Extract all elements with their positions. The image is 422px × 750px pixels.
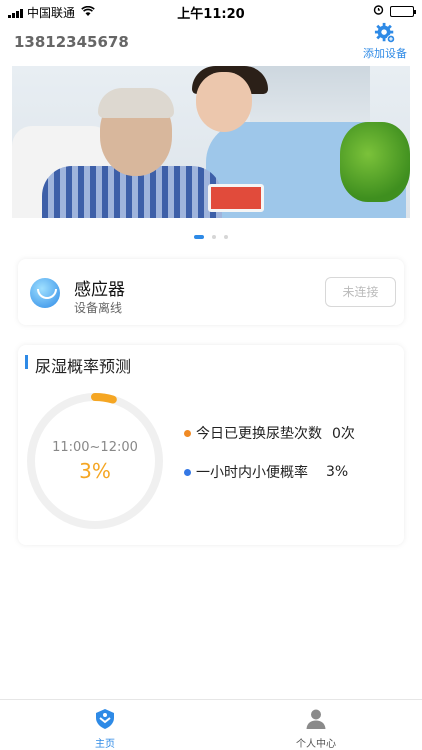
legend-value: 0次: [332, 426, 355, 442]
sensor-icon: [30, 278, 60, 308]
carousel-dot[interactable]: [224, 234, 228, 239]
carousel-dot[interactable]: [194, 234, 204, 239]
ring-time-range: 11:00~12:00: [52, 440, 138, 455]
sensor-card: 感应器 设备离线 未连接: [18, 259, 404, 325]
tab-bar: 主页 个人中心: [0, 699, 422, 750]
banner-tablet: [208, 184, 264, 212]
header: 13812345678 添加设备: [0, 22, 422, 66]
carousel-indicator: [0, 226, 422, 245]
sensor-status: 设备离线: [74, 301, 123, 315]
prediction-title: 尿湿概率预测: [35, 357, 132, 376]
battery-icon: [390, 5, 416, 17]
banner-patient-hair: [98, 88, 174, 118]
carousel-dot[interactable]: [212, 234, 216, 239]
status-bar: 中国联通 上午11:20: [0, 0, 422, 22]
legend-item: 今日已更换尿垫次数 0次: [184, 423, 355, 443]
legend-item: 一小时内小便概率 3%: [184, 462, 348, 482]
home-shield-icon: [96, 709, 114, 729]
tab-profile-label: 个人中心: [296, 739, 336, 750]
ring-percent: 3%: [79, 459, 111, 483]
tab-home-label: 主页: [95, 739, 115, 750]
tab-profile[interactable]: 个人中心: [276, 708, 356, 750]
tab-home[interactable]: 主页: [65, 708, 145, 750]
banner-carousel[interactable]: [12, 66, 410, 218]
legend-value: 3%: [326, 464, 349, 480]
title-accent-bar: [25, 355, 28, 369]
legend-dot: [184, 429, 191, 437]
legend-label: 今日已更换尿垫次数: [196, 426, 322, 442]
account-phone: 13812345678: [14, 33, 129, 51]
gear-plus-icon: [374, 22, 396, 44]
person-icon: [306, 709, 326, 729]
connect-button[interactable]: 未连接: [325, 277, 396, 307]
add-device-button[interactable]: 添加设备: [360, 22, 410, 61]
sensor-name: 感应器: [74, 280, 125, 300]
status-right: [373, 4, 416, 18]
status-time: 上午11:20: [177, 7, 245, 22]
banner-nurse-head: [196, 72, 252, 132]
alarm-icon: [373, 4, 384, 18]
add-device-label: 添加设备: [363, 47, 407, 60]
banner-plant: [340, 122, 410, 202]
prediction-card: 尿湿概率预测 11:00~12:00 3% 今日已更换尿垫次数 0次 一小时内小…: [18, 345, 404, 545]
legend-label: 一小时内小便概率: [196, 465, 308, 481]
legend-dot: [184, 468, 191, 476]
